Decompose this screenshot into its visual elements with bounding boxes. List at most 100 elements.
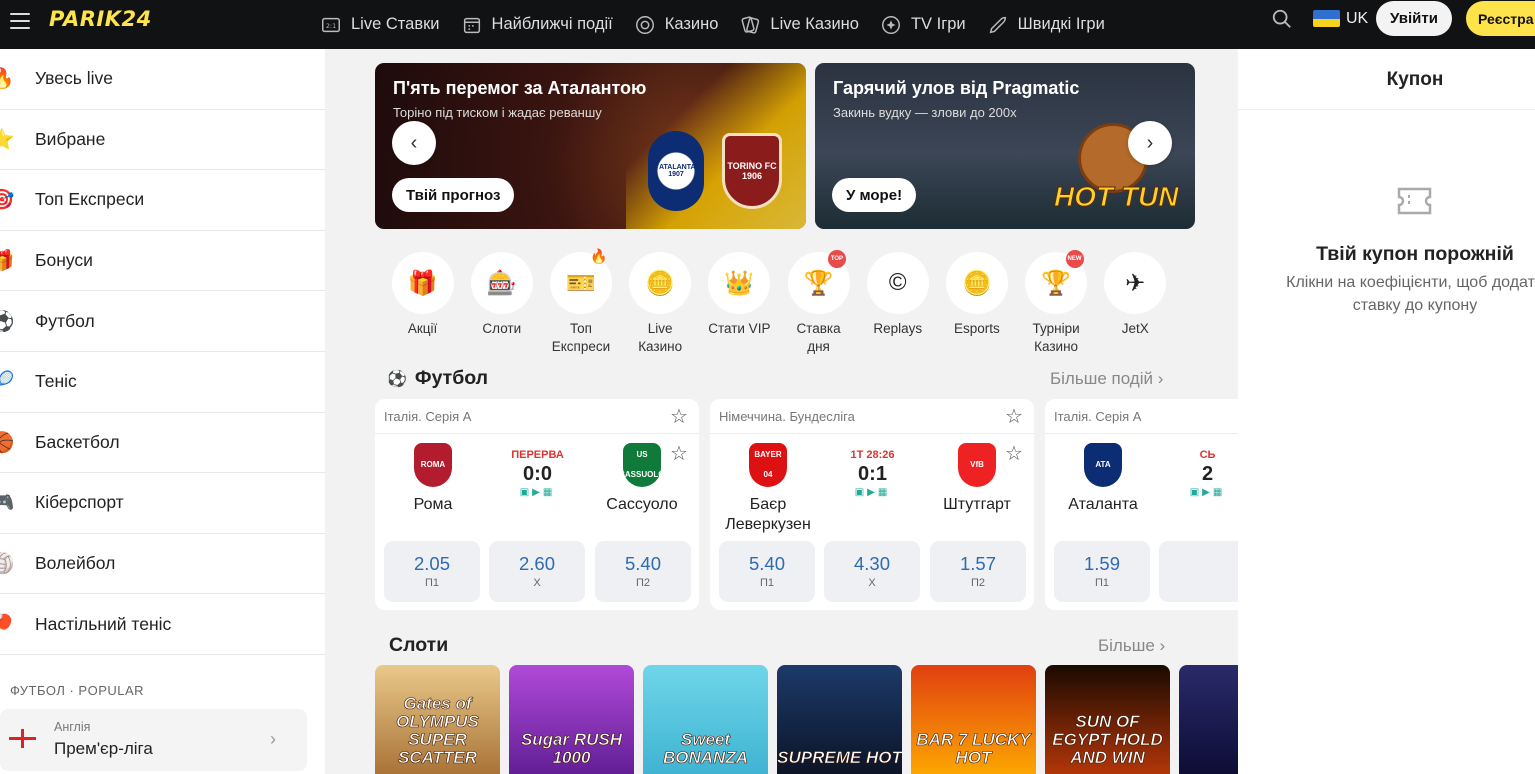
odds-button[interactable]: 1.57 П2 bbox=[930, 541, 1026, 602]
menu-icon[interactable] bbox=[10, 13, 30, 29]
more-label: Більше bbox=[1098, 636, 1155, 655]
slot-game-title: SUPREME HOT bbox=[777, 748, 902, 767]
match-score: 1Т 28:26 0:1 ▣▶▦ bbox=[820, 449, 925, 498]
sidebar-item-4[interactable]: ⚽ Футбол bbox=[0, 291, 325, 352]
banner-button[interactable]: У море! bbox=[832, 178, 917, 212]
league-country: Англія bbox=[54, 720, 91, 734]
sidebar-item-2[interactable]: 🎯 Топ Експреси bbox=[0, 170, 325, 231]
nav-label: Найближчі події bbox=[491, 15, 613, 33]
team-logo: BAYER 04 bbox=[749, 443, 787, 487]
england-flag-icon bbox=[9, 729, 36, 748]
category-item[interactable]: 🎫 🔥 Топ Експреси bbox=[541, 248, 620, 356]
login-button[interactable]: Увійти bbox=[1376, 1, 1452, 36]
sidebar-item-9[interactable]: 🏓 Настільний теніс bbox=[0, 594, 325, 655]
carousel-prev-button[interactable]: ‹ bbox=[392, 121, 436, 165]
nav-label: Казино bbox=[664, 15, 719, 33]
banner-subtitle: Закинь вудку — злови до 200x bbox=[833, 105, 1017, 120]
coupon-hint: Клікни на коефіцієнти, щоб додати ставку… bbox=[1286, 274, 1535, 314]
odds-label: Х bbox=[868, 577, 876, 589]
category-item[interactable]: 🏆 TOP Ставка дня bbox=[779, 250, 858, 356]
sidebar-item-6[interactable]: 🏀 Баскетбол bbox=[0, 413, 325, 474]
odds-button[interactable]: 2.05 П1 bbox=[384, 541, 480, 602]
match-card[interactable]: Італія. Серія А ☆ ROMA Рома ПЕРЕРВА 0:0 ▣▶▦ US … bbox=[375, 399, 699, 610]
slot-game-tile[interactable]: Sweet BONANZA bbox=[643, 665, 768, 774]
category-label: Топ Експреси bbox=[551, 321, 611, 354]
promo-banner-atalanta[interactable]: П'ять перемог за Аталантою Торіно під ти… bbox=[375, 63, 806, 229]
favorite-star-icon[interactable]: ☆ bbox=[1005, 404, 1023, 429]
match-card[interactable]: Італія. Серія А☆ATAАталантаСЬ2▣▶▦☆1.59П1 bbox=[1045, 399, 1238, 610]
logo[interactable]: PARIK24 bbox=[49, 7, 152, 31]
nav-label: Live Казино bbox=[770, 15, 859, 33]
odds-button[interactable]: 2.60 Х bbox=[489, 541, 585, 602]
logo-text: ATA bbox=[1095, 460, 1111, 469]
odds-button[interactable]: 5.40 П2 bbox=[595, 541, 691, 602]
sidebar-item-7[interactable]: 🎮 Кіберспорт bbox=[0, 473, 325, 534]
match-card[interactable]: Німеччина. Бундесліга ☆ BAYER 04 Баєр Левер… bbox=[710, 399, 1034, 610]
sidebar-item-label: Волейбол bbox=[35, 553, 116, 574]
category-item[interactable]: 🎰 Слоти bbox=[462, 252, 541, 356]
favorite-star-icon[interactable]: ☆ bbox=[670, 441, 688, 466]
ukraine-flag-icon[interactable] bbox=[1313, 10, 1340, 27]
category-label: Esports bbox=[954, 321, 1000, 336]
team-logo: ATA bbox=[1084, 443, 1122, 487]
more-slots-link[interactable]: Більше › bbox=[1098, 636, 1165, 656]
category-item[interactable]: 🪙 Live Казино bbox=[621, 252, 700, 356]
more-events-link[interactable]: Більше подій › bbox=[1050, 369, 1163, 389]
nav-item-3[interactable]: Live Казино bbox=[739, 14, 859, 36]
register-button[interactable]: Реєстра bbox=[1466, 1, 1535, 36]
search-icon[interactable] bbox=[1271, 8, 1293, 30]
match-status: ПЕРЕРВА bbox=[511, 449, 564, 461]
category-item[interactable]: 🎁 Акції bbox=[383, 252, 462, 356]
slot-art-text: HOT TUN bbox=[1053, 181, 1179, 213]
sidebar-item-0[interactable]: 🔥 Увесь live bbox=[0, 49, 325, 110]
sidebar-item-5[interactable]: 🎾 Теніс bbox=[0, 352, 325, 413]
favorite-star-icon[interactable]: ☆ bbox=[1005, 441, 1023, 466]
nav-item-1[interactable]: Найближчі події bbox=[461, 14, 613, 36]
live-bets-icon: 2:1 bbox=[320, 14, 342, 36]
cards-icon bbox=[739, 14, 761, 36]
category-item[interactable]: 🪙 Esports bbox=[937, 252, 1016, 356]
divider bbox=[710, 433, 1034, 434]
odds-button[interactable] bbox=[1159, 541, 1238, 602]
category-item[interactable]: 👑 Стати VIP bbox=[700, 252, 779, 356]
match-league: Німеччина. Бундесліга bbox=[719, 409, 855, 424]
odds-button[interactable]: 1.59 П1 bbox=[1054, 541, 1150, 602]
team-logo: ROMA bbox=[414, 443, 452, 487]
slot-game-tile[interactable]: BAR 7 LUCKY HOT bbox=[911, 665, 1036, 774]
target-icon: 🎯 bbox=[0, 189, 15, 212]
slot-game-tile[interactable]: SUN OF EGYPT HOLD AND WIN bbox=[1045, 665, 1170, 774]
nav-item-4[interactable]: TV Ігри bbox=[880, 14, 966, 36]
category-item[interactable]: © Replays bbox=[858, 252, 937, 356]
nav-item-0[interactable]: 2:1 Live Ставки bbox=[320, 14, 440, 36]
slot-game-tile[interactable]: Gates of OLYMPUS SUPER SCATTER bbox=[375, 665, 500, 774]
league-item[interactable]: Англія Прем'єр-ліга › bbox=[0, 709, 307, 771]
odds-value: 1.57 bbox=[959, 553, 996, 574]
nav-item-2[interactable]: Казино bbox=[634, 14, 719, 36]
odds-button[interactable]: 5.40 П1 bbox=[719, 541, 815, 602]
gift-icon: 🎁 bbox=[0, 250, 15, 273]
basketball-icon: 🏀 bbox=[0, 431, 15, 454]
favorite-star-icon[interactable]: ☆ bbox=[670, 404, 688, 429]
team-logo: VfB bbox=[958, 443, 996, 487]
slot-game-tile[interactable]: SUPREME HOT bbox=[777, 665, 902, 774]
language-selector[interactable]: UK bbox=[1346, 10, 1368, 28]
nav-label: Швидкі Ігри bbox=[1017, 15, 1105, 33]
score: 0:0 bbox=[523, 463, 552, 485]
banner-button[interactable]: Твій прогноз bbox=[392, 178, 515, 212]
match-league: Італія. Серія А bbox=[384, 409, 472, 424]
category-item[interactable]: ✈ JetX bbox=[1096, 252, 1175, 356]
banner-title: П'ять перемог за Аталантою bbox=[393, 78, 647, 98]
team-name: Сассуоло bbox=[606, 496, 678, 513]
sidebar-item-3[interactable]: 🎁 Бонуси bbox=[0, 231, 325, 292]
sidebar-item-1[interactable]: ⭐ Вибране bbox=[0, 110, 325, 171]
slot-game-tile[interactable] bbox=[1179, 665, 1238, 774]
sidebar-item-8[interactable]: 🏐 Волейбол bbox=[0, 534, 325, 595]
team-name: Штутгарт bbox=[943, 496, 1011, 513]
category-icon: 🎰 bbox=[470, 252, 533, 314]
nav-item-5[interactable]: Швидкі Ігри bbox=[987, 14, 1105, 36]
slot-game-tile[interactable]: Sugar RUSH 1000 bbox=[509, 665, 634, 774]
coupon-title: Купон bbox=[1386, 69, 1444, 90]
carousel-next-button[interactable]: › bbox=[1128, 121, 1172, 165]
category-item[interactable]: 🏆 NEW Турніри Казино bbox=[1017, 250, 1096, 356]
odds-button[interactable]: 4.30 Х bbox=[824, 541, 920, 602]
